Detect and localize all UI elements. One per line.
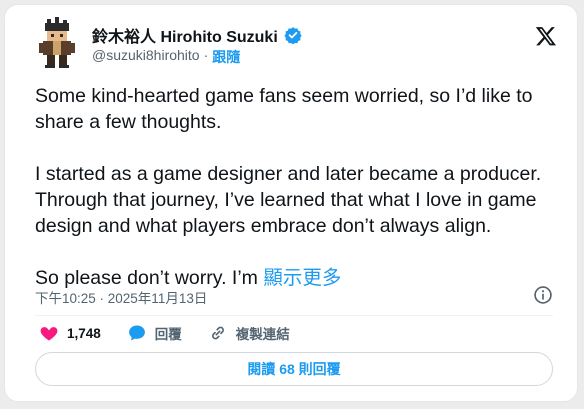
display-name[interactable]: 鈴木裕人 Hirohito Suzuki [92,23,278,47]
x-logo-icon[interactable] [535,25,557,47]
read-replies-label: 閱讀 68 則回覆 [247,361,341,377]
name-row: 鈴木裕人 Hirohito Suzuki [92,23,302,47]
reply-button[interactable]: 回覆 [127,323,182,343]
handle[interactable]: @suzuki8hirohito [92,47,200,67]
tweet-card: 鈴木裕人 Hirohito Suzuki @suzuki8hirohito · … [4,4,578,402]
action-bar: 1,748 回覆 複製連結 [39,323,290,343]
tweet-body: Some kind-hearted game fans seem worried… [35,83,565,317]
follow-button[interactable]: 跟隨 [212,47,240,67]
divider [35,315,553,316]
copy-link-button[interactable]: 複製連結 [208,323,290,343]
link-icon [211,326,224,340]
like-button[interactable]: 1,748 [39,323,101,343]
heart-icon [40,327,58,341]
timestamp[interactable]: 下午10:25 · 2025年11月13日 [35,287,207,307]
read-replies-button[interactable]: 閱讀 68 則回覆 [35,352,553,386]
verified-badge-icon [284,27,302,44]
show-more-link[interactable]: 顯示更多 [263,267,341,289]
paragraph-1: Some kind-hearted game fans seem worried… [35,85,533,133]
handle-row: @suzuki8hirohito · 跟隨 [92,47,240,67]
avatar[interactable] [29,17,81,69]
reply-bubble-icon [128,325,145,341]
copy-link-label: 複製連結 [235,327,290,342]
separator: · [203,47,209,63]
info-icon[interactable] [533,285,553,305]
reply-label: 回覆 [154,327,182,342]
last-line-text: So please don’t worry. I’m [35,267,264,289]
like-count: 1,748 [67,325,101,341]
paragraph-2: I started as a game designer and later b… [35,163,542,237]
